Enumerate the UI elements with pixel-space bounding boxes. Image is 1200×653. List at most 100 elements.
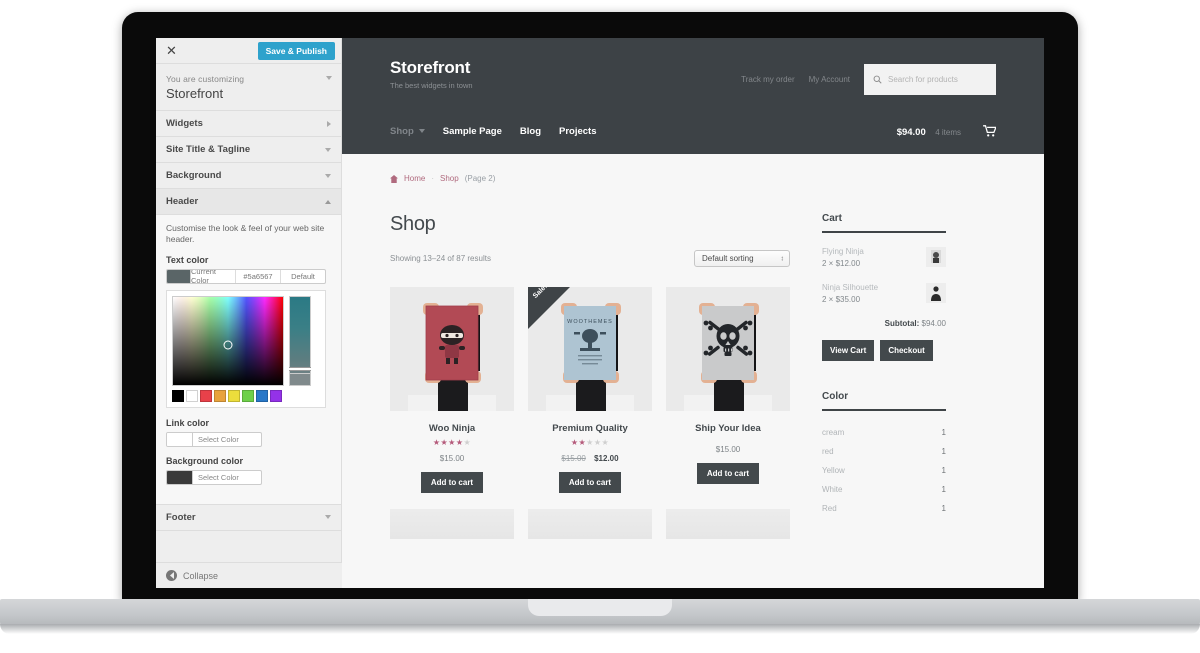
text-color-control[interactable]: Current Color #5a6567 Default (166, 268, 326, 284)
close-icon[interactable]: ✕ (166, 44, 177, 57)
background-color-swatch[interactable] (167, 470, 193, 484)
home-icon (390, 174, 398, 183)
color-filter-count: 1 (941, 485, 946, 494)
product-card[interactable]: Woo Ninja ★★★★★ $15.00 Add to cart (390, 287, 514, 493)
checkout-button[interactable]: Checkout (880, 340, 933, 361)
sidebar-item-background[interactable]: Background (156, 163, 341, 189)
link-color-control[interactable]: Select Color (166, 431, 262, 447)
palette-swatch-white[interactable] (186, 389, 198, 402)
cart-item-name[interactable]: Ninja Silhouette (822, 283, 878, 292)
product-rating: ★★★★★ (432, 438, 472, 447)
palette-swatches[interactable] (172, 389, 320, 402)
hue-slider-handle[interactable] (289, 366, 311, 371)
product-image-placeholder[interactable] (666, 509, 790, 539)
palette-swatch-yellow[interactable] (228, 389, 240, 402)
shopping-cart-icon[interactable] (983, 125, 996, 137)
sidebar-item-header[interactable]: Header (156, 189, 341, 215)
link-color-select-button[interactable]: Select Color (193, 433, 261, 446)
sorting-selected-value: Default sorting (702, 254, 754, 263)
view-cart-button[interactable]: View Cart (822, 340, 875, 361)
breadcrumb-shop-link[interactable]: Shop (440, 174, 459, 183)
nav-item-label: Shop (390, 125, 414, 137)
color-filter-item[interactable]: red 1 (822, 442, 946, 461)
cart-subtotal: Subtotal: $94.00 (822, 319, 946, 328)
laptop-lid: ✕ Save & Publish You are customizing Sto… (122, 12, 1078, 602)
nav-item-shop[interactable]: Shop (390, 126, 425, 137)
text-color-hex-input[interactable]: #5a6567 (236, 269, 281, 283)
palette-swatch-purple[interactable] (270, 389, 282, 402)
sidebar-item-widgets[interactable]: Widgets (156, 111, 341, 137)
sorting-select[interactable]: Default sorting ↕ (694, 250, 790, 267)
breadcrumb-home-link[interactable]: Home (404, 174, 425, 183)
site-title[interactable]: Storefront (390, 58, 473, 78)
background-color-control[interactable]: Select Color (166, 469, 262, 485)
sidebar-item-footer[interactable]: Footer (156, 504, 341, 531)
nav-item-sample-page[interactable]: Sample Page (443, 126, 502, 137)
text-color-default-button[interactable]: Default (281, 270, 325, 283)
color-filter-item[interactable]: Red 1 (822, 499, 946, 518)
color-filter-count: 1 (941, 466, 946, 475)
breadcrumb-page: (Page 2) (464, 174, 496, 183)
palette-swatch-red[interactable] (200, 389, 212, 402)
color-picker[interactable] (166, 289, 326, 408)
product-name[interactable]: Woo Ninja (390, 423, 514, 434)
cart-widget: Cart Flying Ninja 2 × $12.00 Ninja Silho… (822, 213, 946, 361)
cart-list-item[interactable]: Ninja Silhouette 2 × $35.00 (822, 283, 946, 304)
product-name[interactable]: Ship Your Idea (666, 423, 790, 434)
color-filter-label: Red (822, 504, 837, 513)
product-name[interactable]: Premium Quality (528, 423, 652, 434)
link-color-swatch[interactable] (167, 432, 193, 446)
page-title: Shop (390, 213, 436, 235)
color-filter-item[interactable]: cream 1 (822, 423, 946, 442)
cart-item-qty-price: 2 × $35.00 (822, 295, 861, 304)
picker-handle[interactable] (223, 340, 233, 350)
color-filter-item[interactable]: White 1 (822, 480, 946, 499)
saturation-value-area[interactable] (172, 295, 284, 386)
cart-list-item[interactable]: Flying Ninja 2 × $12.00 (822, 247, 946, 268)
cart-item-name[interactable]: Flying Ninja (822, 247, 864, 256)
product-image-placeholder[interactable] (528, 509, 652, 539)
save-and-publish-button[interactable]: Save & Publish (257, 41, 335, 60)
color-filter-label: Yellow (822, 466, 845, 475)
product-card[interactable]: Ship Your Idea $15.00 Add to cart (666, 287, 790, 493)
widget-divider (822, 231, 946, 233)
add-to-cart-button[interactable]: Add to cart (420, 472, 484, 493)
color-filter-item[interactable]: Yellow 1 (822, 461, 946, 480)
palette-swatch-green[interactable] (242, 389, 254, 402)
background-color-select-button[interactable]: Select Color (193, 471, 261, 484)
product-image-woo-ninja[interactable] (390, 287, 514, 411)
palette-swatch-black[interactable] (172, 389, 184, 402)
palette-swatch-orange[interactable] (214, 389, 226, 402)
nav-item-blog[interactable]: Blog (520, 126, 541, 137)
text-color-label: Text color (166, 254, 209, 265)
color-filter-label: cream (822, 428, 845, 437)
palette-swatch-blue[interactable] (256, 389, 268, 402)
header-cart-summary[interactable]: $94.00 4 items (897, 122, 961, 140)
product-image-ship-your-idea[interactable] (666, 287, 790, 411)
my-account-link[interactable]: My Account (809, 75, 850, 84)
collapse-button[interactable]: Collapse (156, 562, 342, 588)
product-image-premium-quality[interactable]: WOOTHEMES Sale! (528, 287, 652, 411)
nav-item-projects[interactable]: Projects (559, 126, 597, 137)
track-my-order-link[interactable]: Track my order (741, 75, 795, 84)
color-filter-label: White (822, 485, 843, 494)
product-image-placeholder[interactable] (390, 509, 514, 539)
link-color-label: Link color (166, 417, 210, 428)
search-icon (873, 75, 882, 84)
color-filter-count: 1 (941, 504, 946, 513)
text-color-swatch[interactable] (167, 269, 191, 283)
hue-slider[interactable] (289, 295, 311, 386)
add-to-cart-button[interactable]: Add to cart (558, 472, 622, 493)
sidebar-item-site-title-tagline[interactable]: Site Title & Tagline (156, 137, 341, 163)
color-filter-widget: Color cream 1 red 1 Yellow 1 White 1 Red… (822, 391, 946, 518)
chevron-down-icon (325, 173, 331, 178)
product-price: $15.00 $12.00 (528, 454, 652, 463)
widget-divider (822, 409, 946, 411)
add-to-cart-button[interactable]: Add to cart (696, 463, 760, 484)
sidebar-item-label: Header (166, 196, 199, 207)
product-search-box[interactable]: Search for products (864, 64, 996, 95)
product-card[interactable]: WOOTHEMES Sale! Premium Quality ★★★★★ $1… (528, 287, 652, 493)
search-input[interactable]: Search for products (888, 75, 958, 84)
color-filter-count: 1 (941, 447, 946, 456)
sidebar-item-label: Site Title & Tagline (166, 144, 251, 155)
